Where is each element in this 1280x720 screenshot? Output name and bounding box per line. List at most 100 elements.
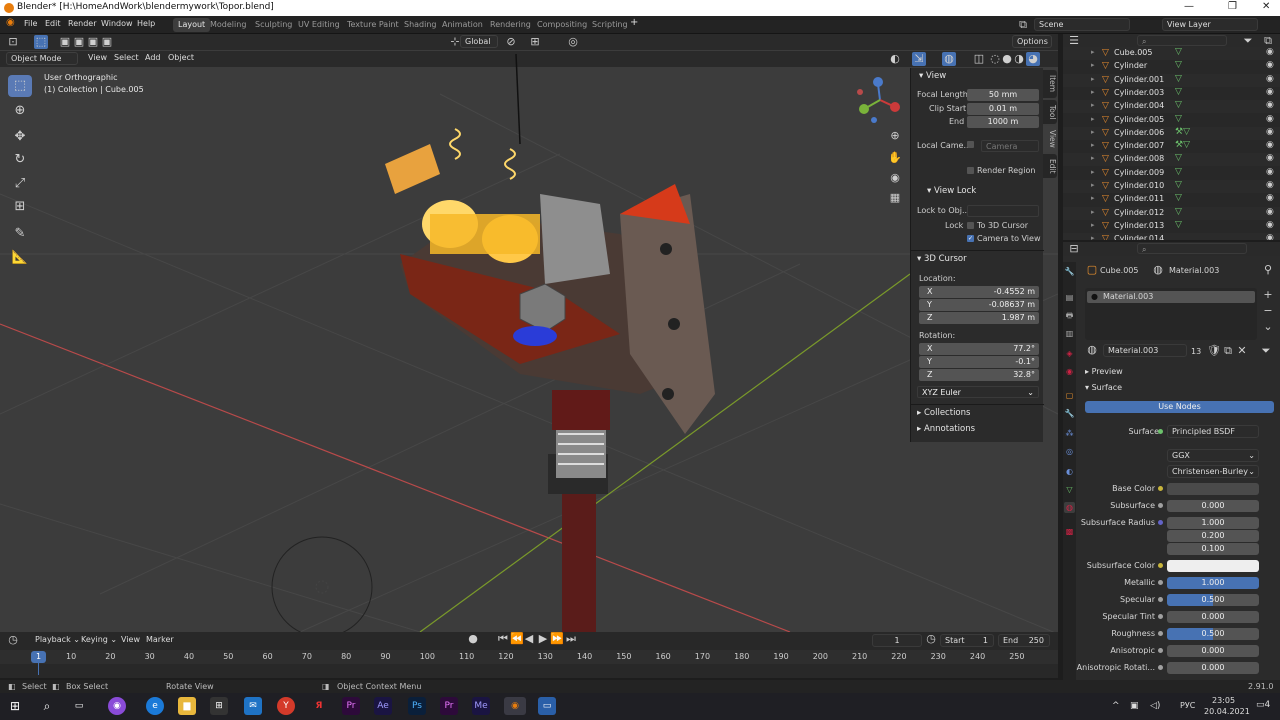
3d-viewport[interactable]: ⊡ ⬚ ▣ ▣ ▣ ▣ ⊹ Global ⊘ ⊞ ◎ Options Objec… <box>0 34 1058 632</box>
filter-funnel-icon[interactable]: ⏷ <box>1259 344 1273 358</box>
properties-editor-icon[interactable]: ⊟ <box>1067 242 1081 256</box>
volume-icon[interactable]: ◁) <box>1150 701 1160 711</box>
visibility-eye-icon[interactable]: ◉ <box>1266 180 1274 190</box>
object-props-icon[interactable]: ▢ <box>1064 390 1075 401</box>
material-browse-icon[interactable]: ◍ <box>1085 343 1099 357</box>
filter-icon[interactable]: ⏷ <box>1241 34 1255 48</box>
outliner-item[interactable]: ▸ ▽ Cylinder.001 ▽ ◉ <box>1063 73 1280 87</box>
add-workspace-icon[interactable]: + <box>630 17 638 28</box>
menu-edit[interactable]: Edit <box>45 19 61 28</box>
workspace-tab-scripting[interactable]: Scripting <box>587 18 633 32</box>
mail-app-icon[interactable]: ✉ <box>244 697 262 715</box>
menu-help[interactable]: Help <box>137 19 155 28</box>
input-value-field[interactable]: 0.000 <box>1167 662 1259 674</box>
cursor-tool[interactable]: ⊕ <box>8 100 32 122</box>
visibility-eye-icon[interactable]: ◉ <box>1266 193 1274 203</box>
visibility-eye-icon[interactable]: ◉ <box>1266 140 1274 150</box>
data-props-icon[interactable]: ▽ <box>1064 484 1075 495</box>
visibility-eye-icon[interactable]: ◉ <box>1266 233 1274 240</box>
annotations-section-header[interactable]: ▸ Annotations <box>917 424 975 434</box>
pin-icon[interactable]: ⚲ <box>1261 263 1275 277</box>
view-lock-header[interactable]: ▾ View Lock <box>927 186 976 196</box>
use-nodes-button[interactable]: Use Nodes <box>1085 401 1274 413</box>
visibility-eye-icon[interactable]: ◉ <box>1266 114 1274 124</box>
rotate-tool[interactable]: ↻ <box>8 149 32 171</box>
desktop-app-icon[interactable]: ▭ <box>538 697 556 715</box>
outliner-item[interactable]: ▸ ▽ Cylinder.008 ▽ ◉ <box>1063 153 1280 167</box>
media-encoder-app-icon[interactable]: Me <box>472 697 490 715</box>
yandex-app-icon[interactable]: Я <box>310 697 328 715</box>
visibility-eye-icon[interactable]: ◉ <box>1266 220 1274 230</box>
expand-arrow-icon[interactable]: ▸ <box>1091 234 1095 240</box>
clock-date[interactable]: 20.04.2021 <box>1204 707 1250 716</box>
outliner-item[interactable]: ▸ ▽ Cylinder.013 ▽ ◉ <box>1063 220 1280 233</box>
modifier-props-icon[interactable]: 🔧 <box>1064 408 1075 419</box>
workspace-tab-modeling[interactable]: Modeling <box>205 18 251 32</box>
world-props-icon[interactable]: ◉ <box>1064 366 1075 377</box>
playhead[interactable]: 1 <box>31 651 46 663</box>
3d-cursor-section-header[interactable]: ▾ 3D Cursor <box>917 254 967 264</box>
focal-length-field[interactable]: 50 mm <box>967 89 1039 101</box>
outliner-item[interactable]: ▸ ▽ Cylinder.009 ▽ ◉ <box>1063 167 1280 180</box>
edge-app-icon[interactable]: e <box>146 697 164 715</box>
input-value-field[interactable] <box>1167 560 1259 572</box>
workspace-tab-compositing[interactable]: Compositing <box>532 18 592 32</box>
workspace-tab-shading[interactable]: Shading <box>399 18 442 32</box>
add-slot-icon[interactable]: + <box>1261 288 1275 302</box>
search-icon[interactable]: ⌕ <box>38 697 56 715</box>
scene-props-icon[interactable]: ◈ <box>1064 348 1075 359</box>
expand-arrow-icon[interactable]: ▸ <box>1091 141 1095 149</box>
input-value-field[interactable]: 1.000 <box>1167 577 1259 589</box>
expand-arrow-icon[interactable]: ▸ <box>1091 61 1095 69</box>
store-app-icon[interactable]: ⊞ <box>210 697 228 715</box>
menu-render[interactable]: Render <box>68 19 96 28</box>
clip-start-field[interactable]: 0.01 m <box>967 103 1039 115</box>
menu-window[interactable]: Window <box>101 19 133 28</box>
rotation-mode-dropdown[interactable]: XYZ Euler ⌄ <box>917 386 1039 398</box>
workspace-tab-animation[interactable]: Animation <box>437 18 488 32</box>
input-value-field[interactable]: 0.100 <box>1167 543 1259 555</box>
tab-tool[interactable]: Tool <box>1043 100 1057 124</box>
outliner-item[interactable]: ▸ ▽ Cylinder.007 ⚒▽ ◉ <box>1063 140 1280 153</box>
outliner-item[interactable]: ▸ ▽ Cylinder.010 ▽ ◉ <box>1063 180 1280 193</box>
expand-arrow-icon[interactable]: ▸ <box>1091 128 1095 136</box>
annotate-tool[interactable]: ✎ <box>8 223 32 245</box>
texture-props-icon[interactable]: ▩ <box>1064 526 1075 537</box>
outliner-item[interactable]: ▸ ▽ Cylinder.004 ▽ ◉ <box>1063 100 1280 114</box>
task-view-icon[interactable]: ▭ <box>70 697 88 715</box>
blender-menu-icon[interactable]: ◉ <box>6 17 15 28</box>
maximize-button[interactable]: ❐ <box>1228 1 1237 12</box>
distribution-dropdown[interactable]: GGX ⌄ <box>1167 449 1259 462</box>
explorer-app-icon[interactable]: ▆ <box>178 697 196 715</box>
local-camera-checkbox[interactable] <box>967 141 974 148</box>
premiere-second-icon[interactable]: Pr <box>440 697 458 715</box>
visibility-eye-icon[interactable]: ◉ <box>1266 167 1274 177</box>
constraints-props-icon[interactable]: ◐ <box>1064 466 1075 477</box>
cursor-x-field[interactable]: X -0.4552 m <box>919 286 1039 298</box>
outliner-item[interactable]: ▸ ▽ Cylinder.014 ◉ <box>1063 233 1280 240</box>
visibility-eye-icon[interactable]: ◉ <box>1266 74 1274 84</box>
material-props-icon[interactable]: ◍ <box>1064 502 1075 513</box>
output-props-icon[interactable]: 🖶 <box>1064 310 1075 321</box>
tool-props-icon[interactable]: 🔧 <box>1064 266 1075 277</box>
material-users-count[interactable]: 13 <box>1191 347 1201 356</box>
input-value-field[interactable]: 1.000 <box>1167 517 1259 529</box>
close-button[interactable]: ✕ <box>1262 1 1270 12</box>
notifications-icon[interactable]: ▭4 <box>1256 700 1270 710</box>
yandex-browser-icon[interactable]: Y <box>277 697 295 715</box>
expand-arrow-icon[interactable]: ▸ <box>1091 194 1095 202</box>
workspace-tab-texture-paint[interactable]: Texture Paint <box>342 18 404 32</box>
show-hidden-icons[interactable]: ^ <box>1112 701 1120 711</box>
tab-view[interactable]: View <box>1043 126 1057 152</box>
duplicate-material-icon[interactable]: ⧉ <box>1221 344 1235 358</box>
preview-panel-header[interactable]: ▸ Preview <box>1085 367 1123 376</box>
lock-to-3d-cursor-checkbox[interactable] <box>967 222 974 229</box>
input-value-field[interactable]: 0.000 <box>1167 611 1259 623</box>
expand-arrow-icon[interactable]: ▸ <box>1091 101 1095 109</box>
tab-edit[interactable]: Edit <box>1043 154 1057 178</box>
photoshop-app-icon[interactable]: Ps <box>408 697 426 715</box>
lock-to-object-field[interactable] <box>967 205 1039 217</box>
visibility-eye-icon[interactable]: ◉ <box>1266 127 1274 137</box>
workspace-tab-rendering[interactable]: Rendering <box>485 18 536 32</box>
expand-arrow-icon[interactable]: ▸ <box>1091 168 1095 176</box>
